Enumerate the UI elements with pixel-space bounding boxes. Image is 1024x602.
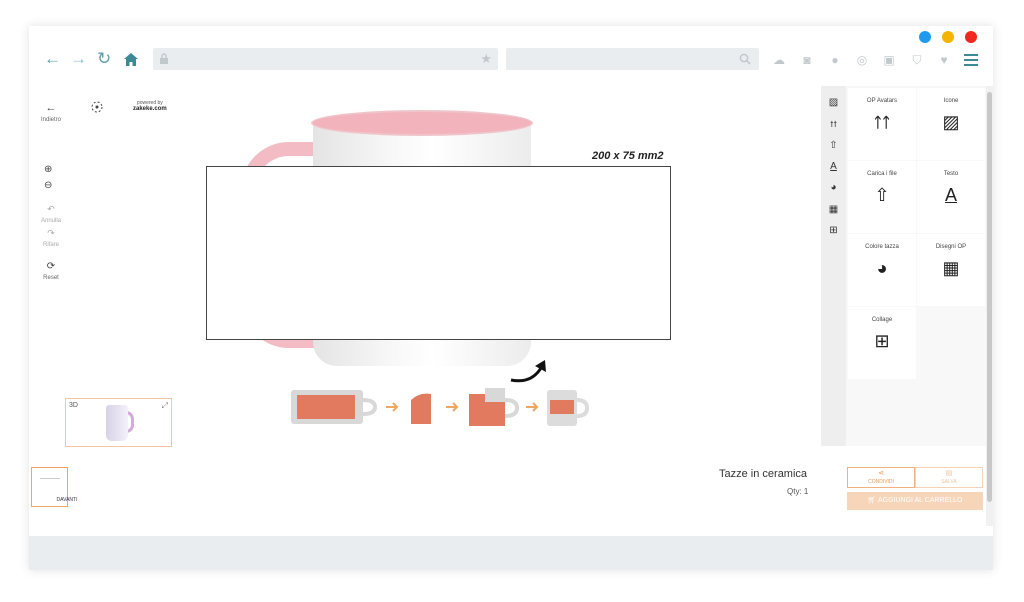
- print-size-label: 200 x 75 mm2: [592, 150, 664, 162]
- tool-card-label: Disegni OP: [935, 244, 967, 250]
- alert-icon[interactable]: ●: [828, 53, 842, 67]
- customizer-area: ← Indietro powered by zakeke.com ⊕ ⊖ ↶ A…: [29, 86, 993, 536]
- url-bar[interactable]: ★: [153, 48, 498, 70]
- tool-card-label: Carica i file: [867, 171, 897, 177]
- mug-rim: [311, 110, 533, 136]
- back-tool[interactable]: ← Indietro: [39, 98, 63, 123]
- redo-icon: ↷: [47, 228, 55, 238]
- grid-icon[interactable]: ⊞: [827, 224, 840, 237]
- tool-card-collage[interactable]: Collage ⊞: [848, 307, 916, 379]
- share-label: CONDIVIDI: [868, 479, 894, 485]
- text-icon[interactable]: A: [827, 160, 840, 173]
- cart-icon: 🛒︎: [867, 497, 878, 504]
- layout-icon: ▦: [942, 258, 960, 278]
- zakeke-logo-text: zakeke.com: [133, 106, 167, 112]
- scrollbar-thumb[interactable]: [987, 92, 992, 502]
- quantity-label: Qty: 1: [787, 487, 809, 496]
- tool-card-label: Collage: [871, 317, 893, 323]
- powered-by: powered by zakeke.com: [133, 100, 167, 112]
- undo-button[interactable]: ↶ Annulla: [37, 199, 65, 224]
- maximize-dot[interactable]: [942, 31, 954, 43]
- heart-icon[interactable]: ♥: [937, 53, 951, 67]
- print-area[interactable]: [206, 166, 671, 340]
- view-label: DAVANTI: [56, 497, 78, 503]
- upload-icon: ⇧: [874, 185, 890, 205]
- palette-icon[interactable]: ◕: [827, 181, 840, 194]
- save-button[interactable]: ▤ SALVA: [915, 467, 983, 488]
- lock-icon: [160, 53, 168, 64]
- text-icon: A: [944, 185, 957, 205]
- layout-icon[interactable]: ▦: [827, 203, 840, 216]
- zoom-in-icon: ⊕: [44, 164, 53, 175]
- view-thumbnail-front[interactable]: DAVANTI: [31, 467, 77, 507]
- tool-card-op-designs[interactable]: Disegni OP ▦: [917, 234, 985, 306]
- forward-arrow-icon[interactable]: →: [70, 50, 87, 68]
- tool-card-label: Colore tazza: [865, 244, 899, 250]
- zoom-out-button[interactable]: ⊖: [44, 175, 52, 193]
- rotate-arrow-icon[interactable]: [509, 358, 559, 384]
- wrap-steps-illustration: [291, 388, 589, 426]
- camera-icon[interactable]: ◙: [800, 53, 814, 67]
- tool-card-text[interactable]: Testo A: [917, 161, 985, 233]
- expand-icon[interactable]: ⤢: [162, 401, 168, 411]
- share-icon: ⋖: [878, 470, 884, 477]
- tool-card-icone[interactable]: Icone ▨: [917, 88, 985, 160]
- reset-button[interactable]: ⟳ Reset: [39, 256, 63, 281]
- move-tool[interactable]: [90, 100, 104, 119]
- back-arrow-icon: ←: [45, 102, 57, 114]
- tool-card-label: Icone: [943, 98, 959, 104]
- tool-card-label: OP Avatars: [866, 98, 898, 104]
- tools-panel: OP Avatars ᛏᛏ Icone ▨ Carica i file ⇧ Te…: [846, 86, 986, 446]
- tool-card-upload[interactable]: Carica i file ⇧: [848, 161, 916, 233]
- tool-card-mug-color[interactable]: Colore tazza ◕: [848, 234, 916, 306]
- podcast-icon[interactable]: ◎: [855, 53, 869, 67]
- preview-3d[interactable]: 3D ⤢: [65, 398, 172, 447]
- reload-icon[interactable]: ↻: [97, 50, 111, 68]
- briefcase-icon[interactable]: ▣: [882, 53, 896, 67]
- back-label: Indietro: [40, 117, 61, 123]
- image-icon[interactable]: ▨: [827, 96, 840, 109]
- tool-card-label: Testo: [943, 171, 959, 177]
- palette-icon: ◕: [876, 258, 888, 278]
- avatars-icon[interactable]: ꝉꝉ: [827, 118, 840, 131]
- save-label: SALVA: [941, 479, 957, 485]
- share-button[interactable]: ⋖ CONDIVIDI: [847, 467, 915, 488]
- search-icon[interactable]: [739, 53, 751, 65]
- home-icon[interactable]: [123, 52, 139, 67]
- add-to-cart-button[interactable]: 🛒︎ AGGIUNGI AL CARRELLO: [847, 492, 983, 510]
- shield-icon[interactable]: ⛉: [910, 53, 924, 67]
- redo-label: Rifare: [42, 242, 59, 248]
- add-to-cart-label: AGGIUNGI AL CARRELLO: [877, 497, 963, 504]
- reset-icon: ⟳: [46, 261, 56, 272]
- redo-button[interactable]: ↷ Rifare: [37, 223, 65, 248]
- product-name: Tazze in ceramica: [719, 468, 808, 480]
- star-icon[interactable]: ★: [480, 51, 492, 67]
- back-arrow-icon[interactable]: ←: [44, 50, 61, 68]
- browser-window: ← → ↻ ★ ☁ ◙ ● ◎ ▣ ⛉ ♥ ← Indietro powered…: [29, 26, 993, 570]
- browser-footer: [29, 536, 993, 570]
- grid-icon: ⊞: [874, 331, 890, 351]
- tool-card-op-avatars[interactable]: OP Avatars ᛏᛏ: [848, 88, 916, 160]
- close-dot[interactable]: [965, 31, 977, 43]
- save-icon: ▤: [945, 470, 953, 477]
- image-icon: ▨: [942, 112, 960, 132]
- preview-mug: [106, 405, 128, 441]
- avatars-icon: ᛏᛏ: [873, 114, 891, 130]
- move-icon: [91, 101, 103, 113]
- preview-3d-label: 3D: [69, 402, 78, 409]
- tool-icon-strip: ▨ ꝉꝉ ⇧ A ◕ ▦ ⊞: [821, 86, 846, 446]
- cloud-icon[interactable]: ☁: [772, 53, 786, 67]
- scrollbar[interactable]: [986, 86, 993, 526]
- minimize-dot[interactable]: [919, 31, 931, 43]
- zoom-out-icon: ⊖: [44, 180, 53, 191]
- view-thumbnail-image: [40, 478, 60, 488]
- reset-label: Reset: [43, 275, 59, 281]
- upload-icon[interactable]: ⇧: [827, 139, 840, 152]
- undo-icon: ↶: [47, 204, 55, 214]
- menu-icon[interactable]: [964, 54, 978, 66]
- search-bar[interactable]: [506, 48, 759, 70]
